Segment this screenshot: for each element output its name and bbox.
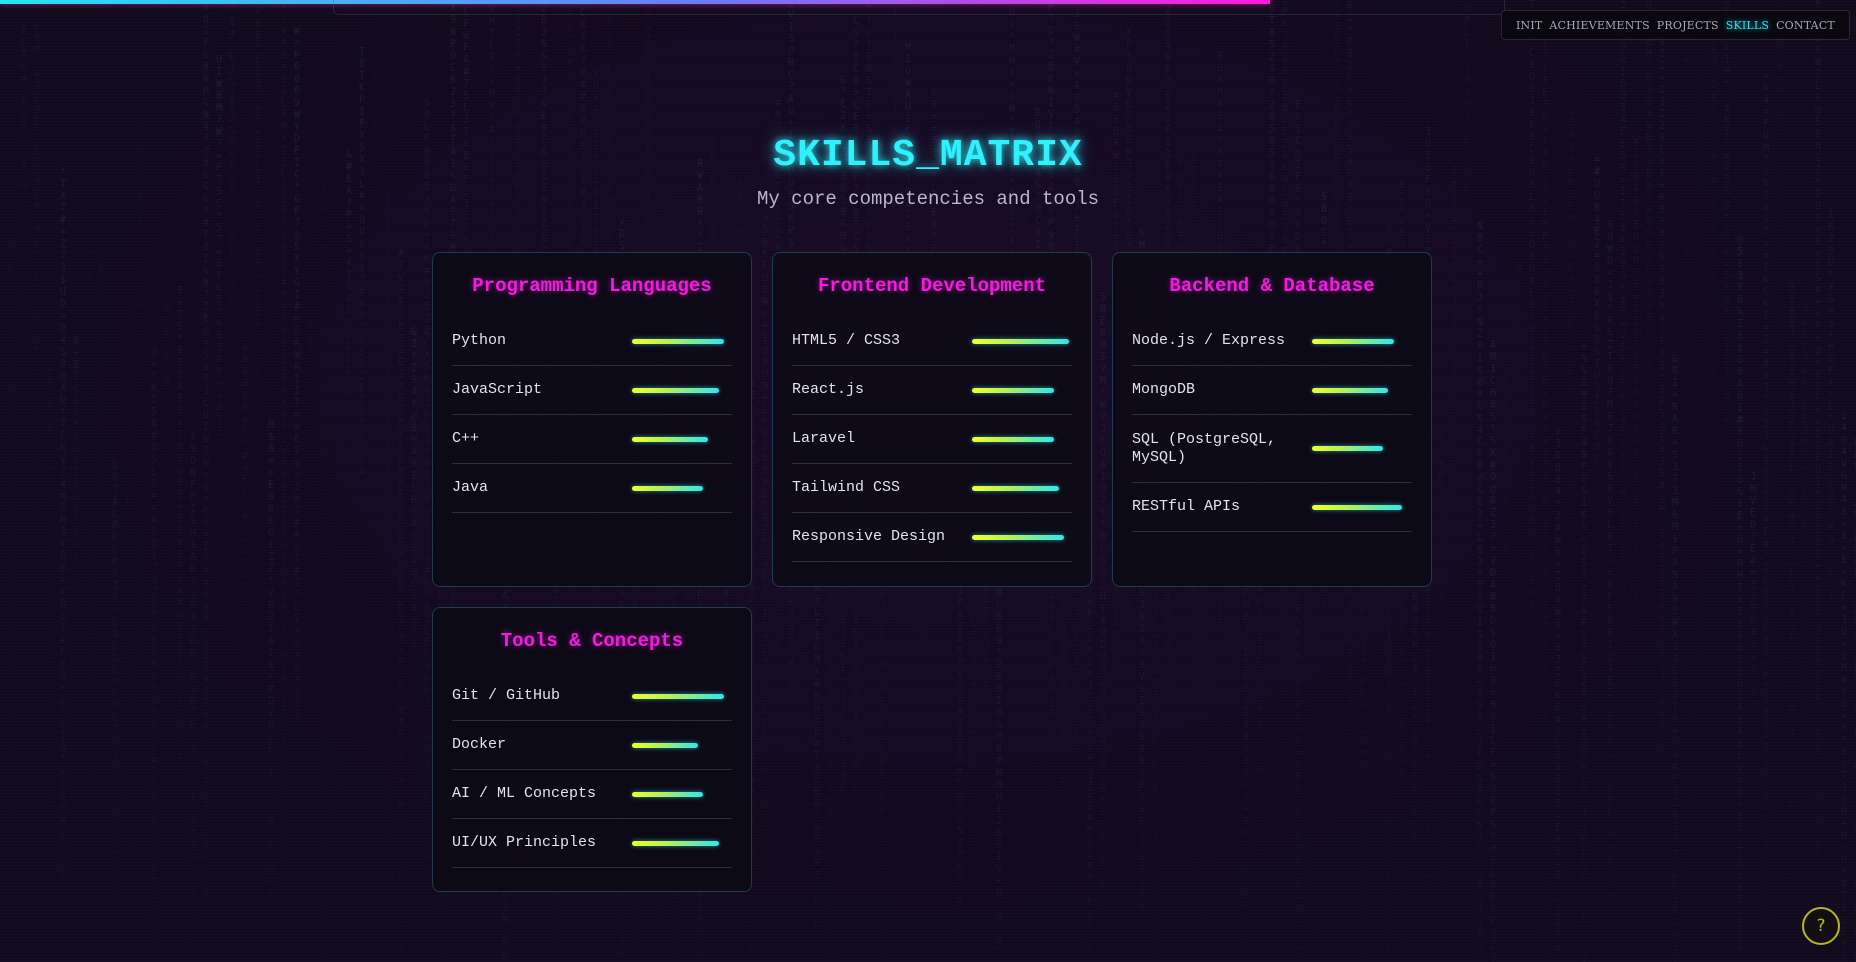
skill-row: Node.js / Express: [1132, 317, 1412, 366]
skill-level-bar: [632, 485, 732, 491]
skill-level-fill: [632, 791, 703, 797]
skill-name: React.js: [792, 381, 865, 398]
skill-level-fill: [632, 436, 708, 442]
skill-level-fill: [632, 742, 698, 748]
skill-row: Responsive Design: [792, 513, 1072, 562]
skill-level-bar: [972, 338, 1072, 344]
skill-row: Tailwind CSS: [792, 464, 1072, 513]
skill-row: C++: [452, 415, 732, 464]
skill-row: AI / ML Concepts: [452, 770, 732, 819]
skill-card-tools-concepts: Tools & Concepts Git / GitHub Docker AI …: [432, 607, 752, 892]
skill-level-fill: [632, 387, 719, 393]
skill-level-fill: [972, 338, 1069, 344]
skill-level-bar: [1312, 504, 1412, 510]
card-title: Backend & Database: [1169, 275, 1375, 297]
skill-level-fill: [1312, 504, 1402, 510]
skill-name: Node.js / Express: [1132, 332, 1286, 349]
skill-level-fill: [1312, 387, 1388, 393]
section-title: SKILLS_MATRIX: [773, 134, 1083, 177]
skill-name: SQL (PostgreSQL, MySQL): [1132, 430, 1277, 466]
skill-name: Python: [452, 332, 507, 349]
skill-level-bar: [1312, 446, 1412, 451]
skill-level-fill: [632, 338, 724, 344]
skill-name: Java: [452, 479, 489, 496]
skill-level-bar: [632, 436, 732, 442]
skill-name: Docker: [452, 736, 507, 753]
skill-level-fill: [632, 485, 703, 491]
skill-row: UI/UX Principles: [452, 819, 732, 868]
help-button[interactable]: ?: [1802, 907, 1840, 945]
skill-level-bar: [972, 485, 1072, 491]
skill-level-bar: [632, 338, 732, 344]
top-navigation: INIT ACHIEVEMENTS PROJECTS SKILLS CONTAC…: [1501, 10, 1850, 40]
nav-item-skills[interactable]: SKILLS: [1726, 19, 1769, 32]
skill-row: Java: [452, 464, 732, 513]
skill-name: UI/UX Principles: [452, 834, 597, 851]
skill-row: MongoDB: [1132, 366, 1412, 415]
skill-level-fill: [972, 534, 1064, 540]
nav-item-init[interactable]: INIT: [1516, 19, 1542, 32]
skill-level-fill: [972, 436, 1054, 442]
nav-item-contact[interactable]: CONTACT: [1776, 19, 1835, 32]
skill-name: Git / GitHub: [452, 687, 561, 704]
skill-level-fill: [632, 840, 719, 846]
skill-level-fill: [1312, 446, 1383, 451]
skill-level-bar: [1312, 338, 1412, 344]
nav-item-projects[interactable]: PROJECTS: [1657, 19, 1719, 32]
skill-name: AI / ML Concepts: [452, 785, 597, 802]
skill-card-programming-languages: Programming Languages Python JavaScript …: [432, 252, 752, 587]
skill-level-fill: [972, 485, 1059, 491]
skill-level-bar: [1312, 387, 1412, 393]
skill-card-frontend-development: Frontend Development HTML5 / CSS3 React.…: [772, 252, 1092, 587]
skill-name: HTML5 / CSS3: [792, 332, 901, 349]
skill-row: JavaScript: [452, 366, 732, 415]
skill-name: Tailwind CSS: [792, 479, 901, 496]
skill-level-bar: [972, 436, 1072, 442]
skill-row: Docker: [452, 721, 732, 770]
skill-row: React.js: [792, 366, 1072, 415]
skill-level-bar: [632, 840, 732, 846]
card-title: Frontend Development: [817, 275, 1047, 297]
skill-row: Python: [452, 317, 732, 366]
skill-row: Laravel: [792, 415, 1072, 464]
page-background: INIT ACHIEVEMENTS PROJECTS SKILLS CONTAC…: [0, 0, 1856, 962]
skill-level-bar: [972, 534, 1072, 540]
skill-level-bar: [972, 387, 1072, 393]
section-header: SKILLS_MATRIX My core competencies and t…: [0, 132, 1856, 210]
card-title: Tools & Concepts: [500, 630, 684, 652]
skill-level-fill: [1312, 338, 1394, 344]
skill-name: JavaScript: [452, 381, 543, 398]
skill-level-bar: [632, 791, 732, 797]
skill-row: RESTful APIs: [1132, 483, 1412, 532]
skill-name: Laravel: [792, 430, 856, 447]
question-mark-icon: ?: [1816, 916, 1826, 936]
skill-row: HTML5 / CSS3: [792, 317, 1072, 366]
skill-level-fill: [632, 693, 724, 699]
skill-level-bar: [632, 742, 732, 748]
skill-level-bar: [632, 693, 732, 699]
header-frame: [333, 0, 1505, 15]
section-subtitle: My core competencies and tools: [756, 188, 1100, 210]
card-title: Programming Languages: [472, 275, 712, 297]
skill-name: C++: [452, 430, 480, 447]
nav-item-achievements[interactable]: ACHIEVEMENTS: [1549, 19, 1650, 32]
skill-name: RESTful APIs: [1132, 498, 1241, 515]
skill-name: Responsive Design: [792, 528, 946, 545]
skill-row: SQL (PostgreSQL, MySQL): [1132, 415, 1412, 483]
skill-row: Git / GitHub: [452, 672, 732, 721]
skill-name: MongoDB: [1132, 381, 1196, 398]
skill-level-bar: [632, 387, 732, 393]
skill-level-fill: [972, 387, 1054, 393]
skill-card-backend-database: Backend & Database Node.js / Express Mon…: [1112, 252, 1432, 587]
